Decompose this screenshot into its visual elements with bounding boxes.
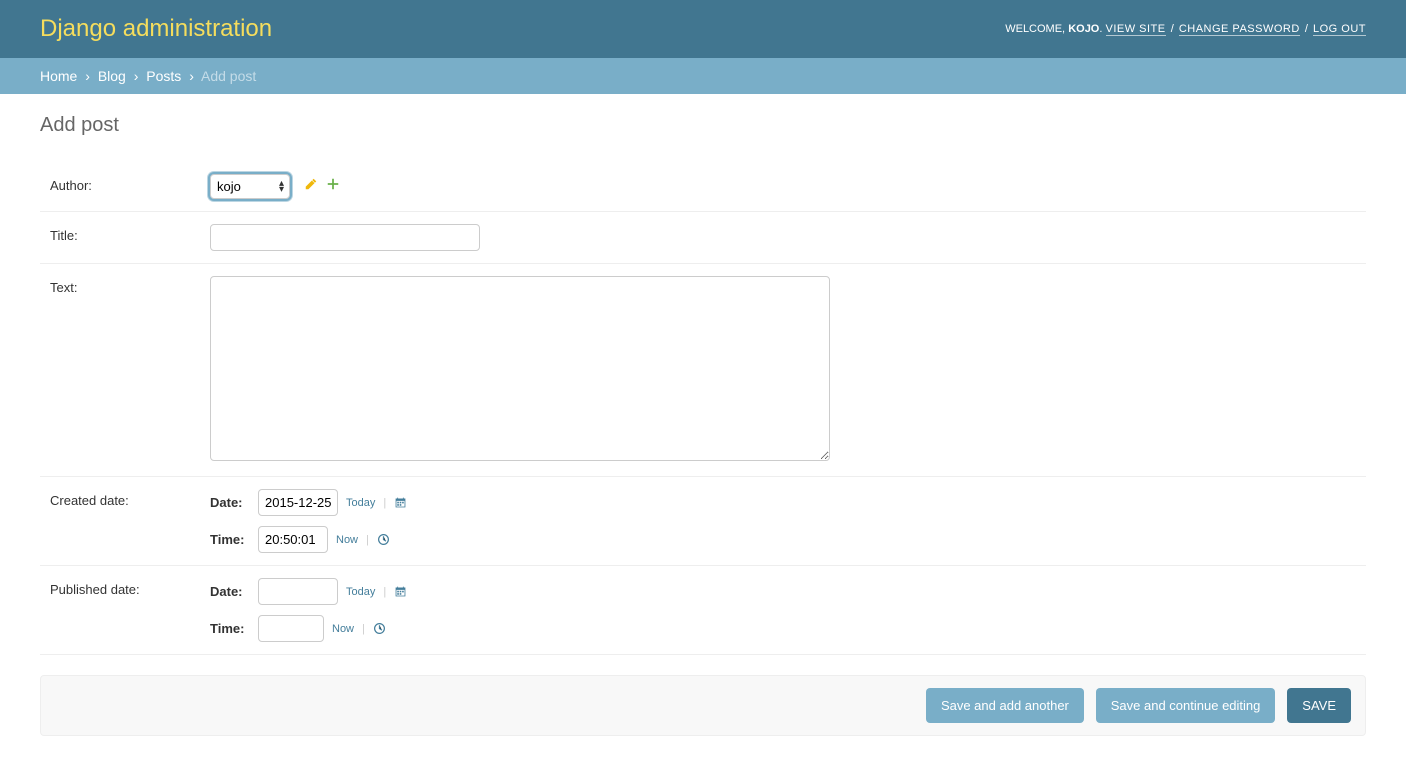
author-label: Author: bbox=[50, 174, 210, 193]
pipe-separator: | bbox=[383, 586, 386, 598]
pencil-icon[interactable] bbox=[304, 177, 318, 191]
clock-icon[interactable] bbox=[373, 622, 387, 636]
breadcrumb: Home › Blog › Posts › Add post bbox=[0, 58, 1406, 94]
breadcrumb-app[interactable]: Blog bbox=[98, 68, 126, 84]
today-link[interactable]: Today bbox=[346, 497, 375, 509]
change-password-link[interactable]: CHANGE PASSWORD bbox=[1179, 23, 1300, 36]
plus-icon[interactable] bbox=[326, 177, 340, 191]
created-date-line: Date: Today | bbox=[210, 489, 1356, 516]
published-date-input[interactable] bbox=[258, 578, 338, 605]
pipe-separator: | bbox=[383, 497, 386, 509]
time-sublabel: Time: bbox=[210, 621, 250, 636]
breadcrumb-separator: › bbox=[134, 68, 139, 84]
field-row-title: Title: bbox=[40, 212, 1366, 264]
published-date-label: Published date: bbox=[50, 578, 210, 597]
page-title: Add post bbox=[40, 114, 1366, 137]
header: Django administration WELCOME, KOJO. VIE… bbox=[0, 0, 1406, 58]
save-button[interactable]: SAVE bbox=[1287, 688, 1351, 723]
published-time-input[interactable] bbox=[258, 615, 324, 642]
date-sublabel: Date: bbox=[210, 495, 250, 510]
username: KOJO bbox=[1068, 23, 1099, 35]
calendar-icon[interactable] bbox=[394, 496, 408, 510]
text-label: Text: bbox=[50, 276, 210, 295]
author-select-wrap: kojo ▴▾ bbox=[210, 174, 290, 199]
clock-icon[interactable] bbox=[377, 533, 391, 547]
breadcrumb-home[interactable]: Home bbox=[40, 68, 77, 84]
separator: / bbox=[1171, 23, 1174, 35]
field-row-author: Author: kojo ▴▾ bbox=[40, 162, 1366, 212]
welcome-text: WELCOME, bbox=[1005, 23, 1065, 35]
time-sublabel: Time: bbox=[210, 532, 250, 547]
calendar-icon[interactable] bbox=[394, 585, 408, 599]
date-sublabel: Date: bbox=[210, 584, 250, 599]
field-row-created-date: Created date: Date: Today | Time: Now | bbox=[40, 477, 1366, 566]
created-time-input[interactable] bbox=[258, 526, 328, 553]
field-row-published-date: Published date: Date: Today | Time: Now … bbox=[40, 566, 1366, 655]
created-time-line: Time: Now | bbox=[210, 526, 1356, 553]
published-date-line: Date: Today | bbox=[210, 578, 1356, 605]
brand-title: Django administration bbox=[40, 15, 272, 43]
author-select[interactable]: kojo bbox=[210, 174, 290, 199]
today-link[interactable]: Today bbox=[346, 586, 375, 598]
published-time-line: Time: Now | bbox=[210, 615, 1356, 642]
created-date-input[interactable] bbox=[258, 489, 338, 516]
now-link[interactable]: Now bbox=[332, 623, 354, 635]
log-out-link[interactable]: LOG OUT bbox=[1313, 23, 1366, 36]
breadcrumb-current: Add post bbox=[201, 68, 256, 84]
breadcrumb-model[interactable]: Posts bbox=[146, 68, 181, 84]
pipe-separator: | bbox=[362, 623, 365, 635]
title-input[interactable] bbox=[210, 224, 480, 251]
post-form: Author: kojo ▴▾ bbox=[40, 162, 1366, 736]
view-site-link[interactable]: VIEW SITE bbox=[1106, 23, 1166, 36]
breadcrumb-separator: › bbox=[189, 68, 194, 84]
title-label: Title: bbox=[50, 224, 210, 243]
text-textarea[interactable] bbox=[210, 276, 830, 461]
separator: / bbox=[1305, 23, 1308, 35]
user-tools: WELCOME, KOJO. VIEW SITE / CHANGE PASSWO… bbox=[1005, 23, 1366, 35]
breadcrumb-separator: › bbox=[85, 68, 90, 84]
save-continue-button[interactable]: Save and continue editing bbox=[1096, 688, 1276, 723]
now-link[interactable]: Now bbox=[336, 534, 358, 546]
save-add-another-button[interactable]: Save and add another bbox=[926, 688, 1084, 723]
created-date-label: Created date: bbox=[50, 489, 210, 508]
field-row-text: Text: bbox=[40, 264, 1366, 477]
content: Add post Author: kojo ▴▾ bbox=[0, 94, 1406, 756]
submit-row: Save and add another Save and continue e… bbox=[40, 675, 1366, 736]
pipe-separator: | bbox=[366, 534, 369, 546]
